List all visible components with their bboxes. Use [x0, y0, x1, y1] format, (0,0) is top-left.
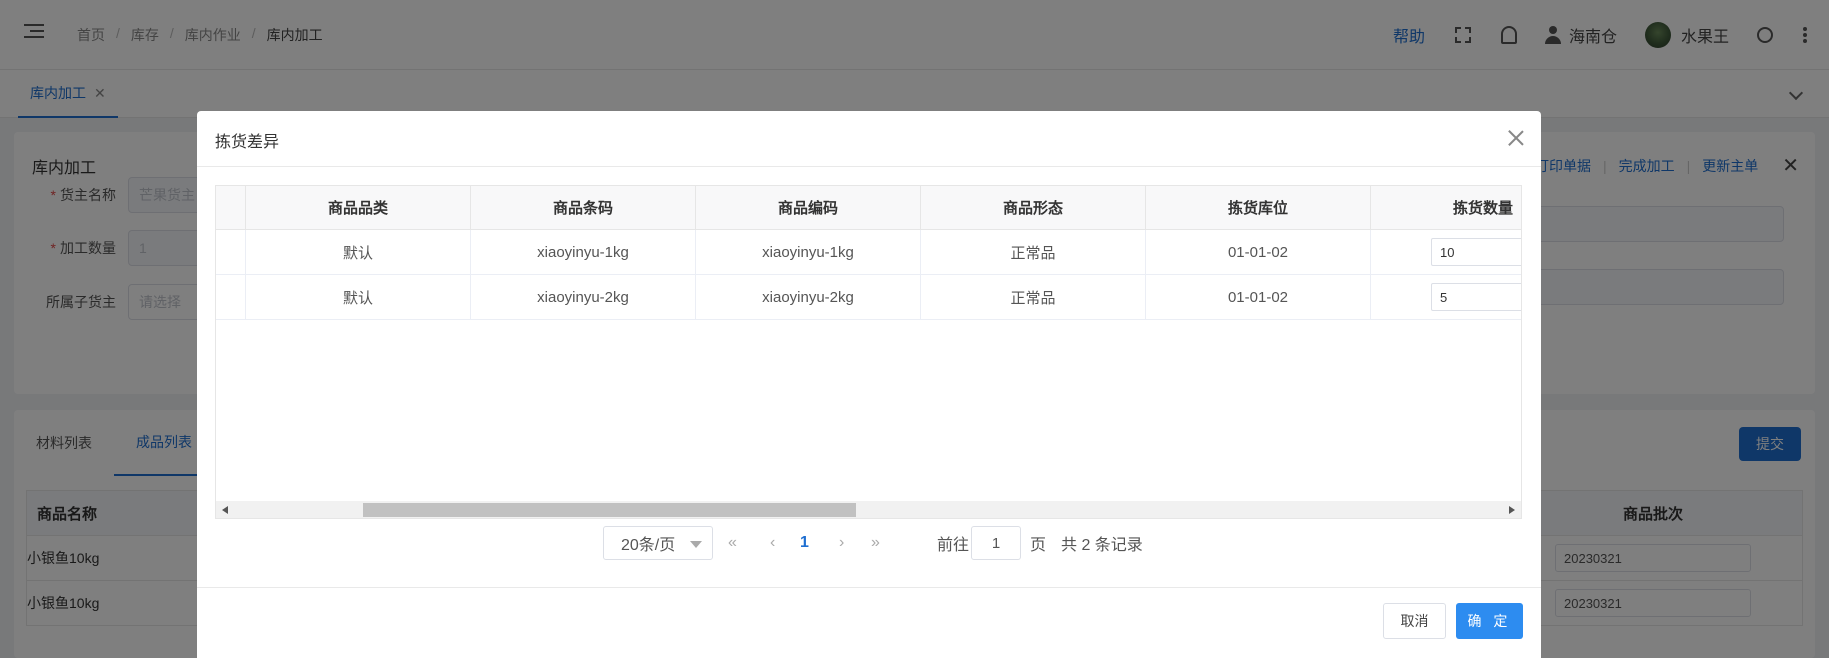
- page-size-select[interactable]: 20条/页: [603, 526, 713, 560]
- confirm-button[interactable]: 确 定: [1456, 603, 1523, 639]
- column-header-category: 商品品类: [246, 186, 471, 229]
- quantity-cell: 5: [1371, 275, 1521, 319]
- table-row: 默认 xiaoyinyu-1kg xiaoyinyu-1kg 正常品 01-01…: [216, 230, 1521, 275]
- column-header-barcode: 商品条码: [471, 186, 696, 229]
- pick-quantity-input[interactable]: 5: [1431, 283, 1521, 311]
- prev-page-icon[interactable]: ‹: [770, 526, 775, 560]
- goto-label: 前往: [937, 537, 970, 554]
- barcode-cell: xiaoyinyu-1kg: [471, 230, 696, 274]
- total-records: 共 2 条记录: [1061, 537, 1143, 554]
- dialog-footer: 取消 确 定: [197, 587, 1541, 658]
- current-page-number[interactable]: 1: [800, 526, 809, 560]
- column-header-quantity: 拣货数量: [1371, 186, 1521, 229]
- picking-table: 商品品类 商品条码 商品编码 商品形态 拣货库位 拣货数量 默认 xiaoyin…: [215, 185, 1522, 625]
- scroll-right-arrow-icon[interactable]: [1509, 506, 1515, 514]
- next-page-icon[interactable]: ›: [839, 526, 844, 560]
- code-cell: xiaoyinyu-1kg: [696, 230, 921, 274]
- table-header: 商品品类 商品条码 商品编码 商品形态 拣货库位 拣货数量: [216, 186, 1521, 230]
- scrollbar-thumb[interactable]: [363, 503, 856, 517]
- dialog-title: 拣货差异: [215, 134, 280, 151]
- category-cell: 默认: [246, 275, 471, 319]
- pick-quantity-input[interactable]: 10: [1431, 238, 1521, 266]
- form-cell: 正常品: [921, 230, 1146, 274]
- caret-down-icon: [690, 541, 702, 548]
- location-cell: 01-01-02: [1146, 230, 1371, 274]
- picking-difference-dialog: 拣货差异 商品品类 商品条码 商品编码 商品形态 拣货库位 拣货数量 默认 xi…: [197, 111, 1541, 658]
- form-cell: 正常品: [921, 275, 1146, 319]
- goto-page-input[interactable]: 1: [971, 526, 1021, 560]
- scroll-left-arrow-icon[interactable]: [222, 506, 228, 514]
- location-cell: 01-01-02: [1146, 275, 1371, 319]
- close-icon[interactable]: [1505, 127, 1527, 149]
- code-cell: xiaoyinyu-2kg: [696, 275, 921, 319]
- last-page-icon[interactable]: »: [871, 526, 880, 560]
- horizontal-scrollbar[interactable]: [215, 501, 1522, 519]
- selection-column: [216, 186, 246, 229]
- first-page-icon[interactable]: «: [728, 526, 737, 560]
- pagination: 20条/页 « ‹ 1 › » 前往 1 页 共 2 条记录: [215, 526, 1522, 562]
- table-row: 默认 xiaoyinyu-2kg xiaoyinyu-2kg 正常品 01-01…: [216, 275, 1521, 320]
- column-header-form: 商品形态: [921, 186, 1146, 229]
- goto-suffix: 页: [1030, 537, 1047, 554]
- barcode-cell: xiaoyinyu-2kg: [471, 275, 696, 319]
- cancel-button[interactable]: 取消: [1383, 603, 1446, 639]
- column-header-location: 拣货库位: [1146, 186, 1371, 229]
- column-header-code: 商品编码: [696, 186, 921, 229]
- quantity-cell: 10: [1371, 230, 1521, 274]
- category-cell: 默认: [246, 230, 471, 274]
